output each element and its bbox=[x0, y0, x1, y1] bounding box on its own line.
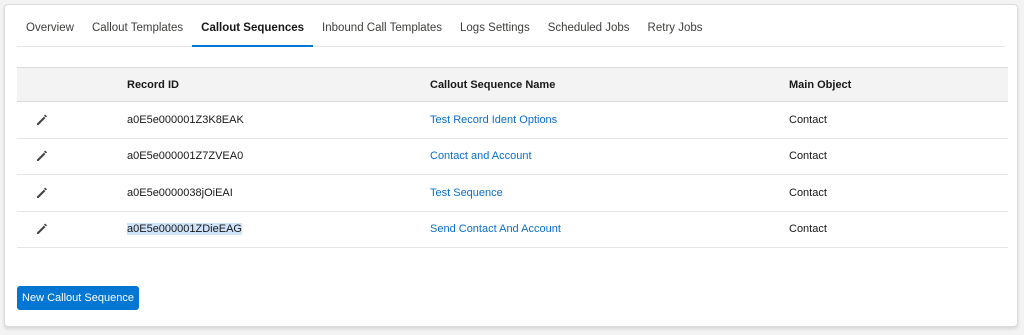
tab-callout-templates[interactable]: Callout Templates bbox=[83, 14, 192, 46]
tab-bar: Overview Callout Templates Callout Seque… bbox=[17, 15, 1005, 47]
callout-sequences-card: Overview Callout Templates Callout Seque… bbox=[4, 4, 1018, 327]
main-object-cell: Contact bbox=[789, 113, 827, 126]
sequence-name-link[interactable]: Test Sequence bbox=[430, 187, 503, 199]
tab-overview[interactable]: Overview bbox=[17, 14, 83, 46]
pencil-icon[interactable] bbox=[35, 113, 49, 127]
header-record-id[interactable]: Record ID bbox=[127, 67, 430, 102]
sequence-name-link[interactable]: Test Record Ident Options bbox=[430, 114, 557, 126]
table-header-row: Record ID Callout Sequence Name Main Obj… bbox=[17, 67, 1008, 102]
tab-scheduled-jobs[interactable]: Scheduled Jobs bbox=[539, 14, 639, 46]
record-id-cell: a0E5e000001Z3K8EAK bbox=[127, 113, 244, 126]
tab-callout-sequences[interactable]: Callout Sequences bbox=[192, 14, 313, 47]
pencil-icon[interactable] bbox=[35, 186, 49, 200]
tab-logs-settings[interactable]: Logs Settings bbox=[451, 14, 539, 46]
sequence-name-link[interactable]: Send Contact And Account bbox=[430, 223, 561, 235]
new-callout-sequence-button[interactable]: New Callout Sequence bbox=[17, 286, 139, 310]
edit-cell bbox=[17, 211, 127, 248]
edit-cell bbox=[17, 138, 127, 175]
edit-cell bbox=[17, 102, 127, 139]
header-main-object[interactable]: Main Object bbox=[789, 67, 1008, 102]
table-row: a0E5e000001Z3K8EAK Test Record Ident Opt… bbox=[17, 102, 1008, 139]
sequence-name-link[interactable]: Contact and Account bbox=[430, 150, 532, 162]
record-id-cell: a0E5e000001ZDieEAG bbox=[127, 211, 430, 248]
record-id-cell: a0E5e000001Z7ZVEA0 bbox=[127, 150, 244, 163]
pencil-icon[interactable] bbox=[35, 222, 49, 236]
table-row: a0E5e000001ZDieEAG Send Contact And Acco… bbox=[17, 211, 1008, 248]
pencil-icon[interactable] bbox=[35, 149, 49, 163]
tab-retry-jobs[interactable]: Retry Jobs bbox=[639, 14, 712, 46]
header-sequence-name[interactable]: Callout Sequence Name bbox=[430, 67, 789, 102]
record-id-cell: a0E5e0000038jOiEAI bbox=[127, 186, 233, 199]
tab-inbound-call-templates[interactable]: Inbound Call Templates bbox=[313, 14, 451, 46]
table-row: a0E5e000001Z7ZVEA0 Contact and Account C… bbox=[17, 138, 1008, 175]
header-edit bbox=[17, 67, 127, 102]
edit-cell bbox=[17, 175, 127, 212]
main-object-cell: Contact bbox=[789, 223, 827, 236]
main-object-cell: Contact bbox=[789, 150, 827, 163]
table-row: a0E5e0000038jOiEAI Test Sequence Contact bbox=[17, 175, 1008, 212]
callout-sequences-table: Record ID Callout Sequence Name Main Obj… bbox=[17, 67, 1008, 248]
record-id-selected: a0E5e000001ZDieEAG bbox=[127, 223, 242, 236]
main-object-cell: Contact bbox=[789, 186, 827, 199]
